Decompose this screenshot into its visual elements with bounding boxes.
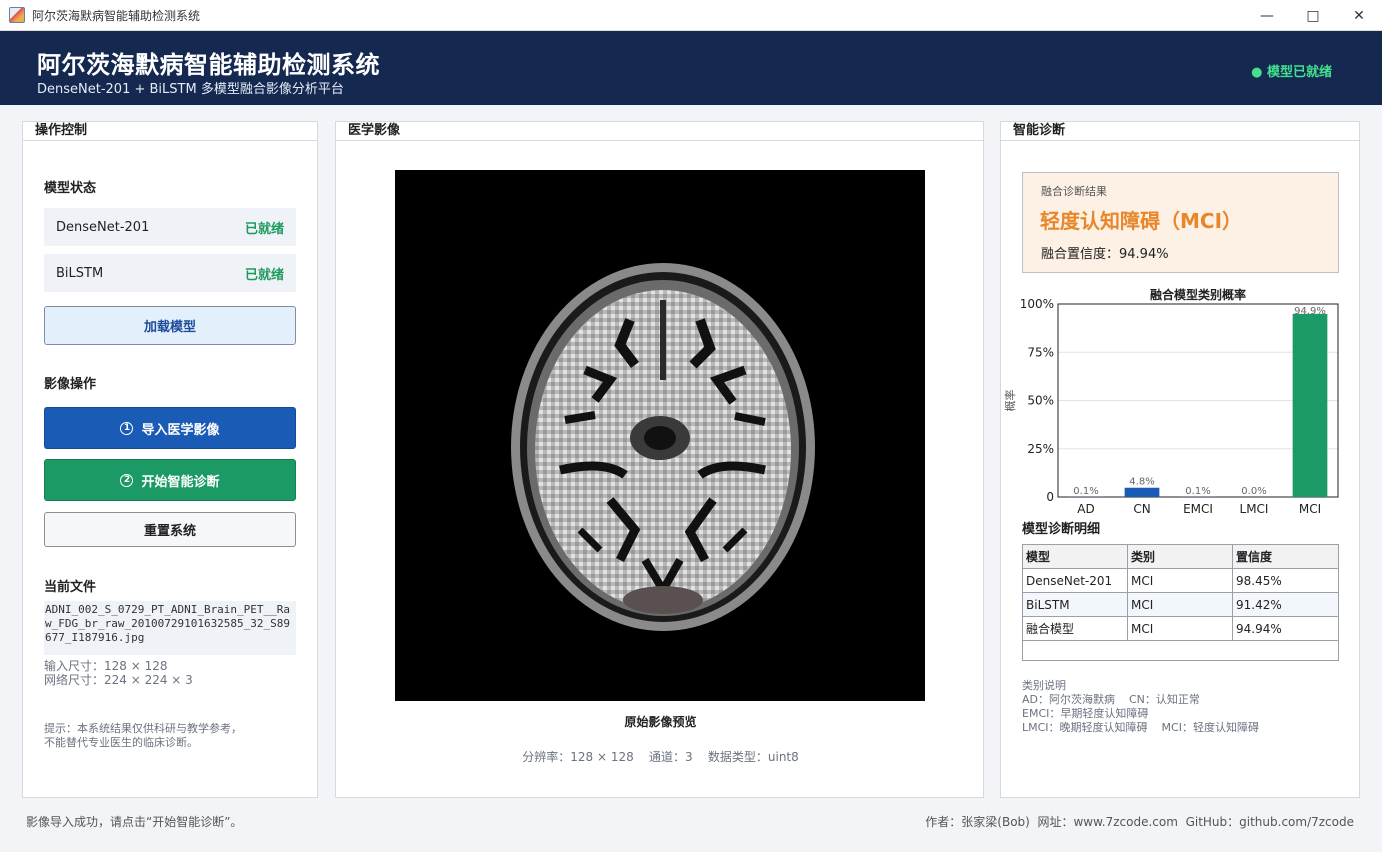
table-row: DenseNet-201 MCI 98.45% (1022, 568, 1339, 593)
x-tick-label: MCI (1299, 502, 1321, 516)
x-tick-label: CN (1133, 502, 1150, 516)
y-tick-label: 50% (1027, 394, 1054, 408)
model-status-label: 模型状态 (44, 181, 97, 196)
model-name: DenseNet-201 (56, 219, 150, 235)
network-size-info: 网络尺寸：224 × 224 × 3 (44, 673, 193, 687)
import-image-button[interactable]: 1 导入医学影像 (44, 407, 296, 449)
model-detail-title: 模型诊断明细 (1022, 522, 1101, 537)
control-panel: 操作控制 模型状态 DenseNet-201 已就绪 BiLSTM 已就绪 加载… (22, 121, 318, 798)
table-header-row: 模型 类别 置信度 (1022, 544, 1339, 569)
table-cell: 融合模型 (1022, 616, 1128, 641)
disclaimer-line-2: 不能替代专业医生的临床诊断。 (44, 736, 198, 749)
current-file-path: ADNI_002_S_0729_PT_ADNI_Brain_PET__Raw_F… (44, 601, 296, 655)
table-row: 融合模型 MCI 94.94% (1022, 616, 1339, 641)
table-cell: 94.94% (1232, 616, 1339, 641)
table-cell: BiLSTM (1022, 592, 1128, 617)
y-axis-label: 概率 (1003, 390, 1017, 412)
chart-bar-mci (1292, 313, 1328, 497)
diagnosis-panel-title: 智能诊断 (1001, 122, 1359, 141)
category-legend-line: AD：阿尔茨海默病 CN：认知正常 (1022, 693, 1200, 706)
table-header: 模型 (1022, 544, 1128, 569)
step-two-icon: 2 (120, 473, 134, 487)
class-probability-chart: 融合模型类别概率 0 25% 50% 75% 100% 概率 0.1% AD 4.8% CN 0.1%… (1003, 287, 1339, 516)
model-detail-table: 模型 类别 置信度 DenseNet-201 MCI 98.45% BiLSTM… (1022, 544, 1339, 661)
chart-title: 融合模型类别概率 (1150, 287, 1246, 302)
category-legend-line: LMCI：晚期轻度认知障碍 MCI：轻度认知障碍 (1022, 721, 1259, 734)
load-model-button[interactable]: 加载模型 (44, 306, 296, 345)
maximize-icon[interactable]: □ (1290, 0, 1336, 31)
table-header: 置信度 (1232, 544, 1339, 569)
disclaimer-line-1: 提示：本系统结果仅供科研与教学参考， (44, 722, 242, 735)
app-subtitle: DenseNet-201 + BiLSTM 多模型融合影像分析平台 (37, 82, 344, 97)
table-empty-row (1022, 640, 1339, 661)
bar-data-label: 94.9% (1294, 306, 1326, 317)
y-tick-label: 75% (1027, 345, 1054, 359)
preview-caption: 原始影像预览 (624, 715, 697, 729)
bar-data-label: 0.1% (1073, 486, 1098, 497)
category-legend-line: EMCI：早期轻度认知障碍 (1022, 707, 1149, 720)
image-ops-label: 影像操作 (44, 377, 97, 392)
import-image-label: 导入医学影像 (141, 422, 220, 438)
model-ready-badge: 已就绪 (244, 221, 284, 237)
x-tick-label: LMCI (1240, 502, 1269, 516)
current-file-label: 当前文件 (44, 580, 97, 595)
credits-text: 作者：张家梁(Bob) 网址：www.7zcode.com GitHub：git… (925, 815, 1354, 829)
window-controls: — □ ✕ (1244, 0, 1382, 31)
window-title: 阿尔茨海默病智能辅助检测系统 (32, 8, 201, 23)
fusion-result-label: 融合诊断结果 (1041, 185, 1107, 198)
model-status-row-densenet: DenseNet-201 已就绪 (44, 208, 296, 246)
x-tick-label: EMCI (1183, 502, 1213, 516)
medical-image-panel: 医学影像 原始影像预览 分辨率：128 × 128 通道：3 数据类型：uint… (335, 121, 984, 798)
model-name: BiLSTM (56, 265, 104, 281)
minimize-icon[interactable]: — (1244, 0, 1290, 31)
fusion-confidence: 融合置信度：94.94% (1041, 247, 1169, 262)
chart-bar-cn (1124, 487, 1160, 497)
model-ready-badge: 已就绪 (244, 267, 284, 283)
input-size-info: 输入尺寸：128 × 128 (44, 659, 168, 673)
table-cell: MCI (1127, 592, 1233, 617)
app-title: 阿尔茨海默病智能辅助检测系统 (37, 51, 380, 79)
table-cell: MCI (1127, 616, 1233, 641)
table-cell: MCI (1127, 568, 1233, 593)
window-titlebar: 阿尔茨海默病智能辅助检测系统 — □ ✕ (0, 0, 1382, 31)
table-cell: DenseNet-201 (1022, 568, 1128, 593)
x-tick-label: AD (1077, 502, 1094, 516)
app-header: 阿尔茨海默病智能辅助检测系统 DenseNet-201 + BiLSTM 多模型… (0, 31, 1382, 105)
model-status-row-bilstm: BiLSTM 已就绪 (44, 254, 296, 292)
table-header: 类别 (1127, 544, 1233, 569)
diagnosis-panel: 智能诊断 融合诊断结果 轻度认知障碍（MCI） 融合置信度：94.94% 融合模… (1000, 121, 1360, 798)
bar-data-label: 0.1% (1185, 486, 1210, 497)
table-cell: 98.45% (1232, 568, 1339, 593)
y-tick-label: 0 (1046, 490, 1054, 504)
y-tick-label: 100% (1020, 297, 1054, 311)
table-row: BiLSTM MCI 91.42% (1022, 592, 1339, 617)
status-message: 影像导入成功，请点击“开始智能诊断”。 (26, 815, 243, 829)
table-empty-cell (1022, 640, 1339, 661)
step-one-icon: 1 (120, 421, 134, 435)
table-cell: 91.42% (1232, 592, 1339, 617)
close-icon[interactable]: ✕ (1336, 0, 1382, 31)
medical-image-panel-title: 医学影像 (336, 122, 983, 141)
mri-brain-image (395, 170, 925, 701)
reset-system-button[interactable]: 重置系统 (44, 512, 296, 547)
image-info: 分辨率：128 × 128 通道：3 数据类型：uint8 (522, 750, 799, 764)
bar-data-label: 0.0% (1241, 486, 1266, 497)
control-panel-title: 操作控制 (23, 122, 317, 141)
bar-data-label: 4.8% (1129, 477, 1154, 488)
start-diagnosis-label: 开始智能诊断 (141, 474, 220, 490)
app-icon (9, 7, 25, 23)
y-tick-label: 25% (1027, 442, 1054, 456)
fusion-result-value: 轻度认知障碍（MCI） (1040, 209, 1243, 233)
status-bar: 影像导入成功，请点击“开始智能诊断”。 作者：张家梁(Bob) 网址：www.7… (0, 806, 1382, 836)
fusion-result-box: 融合诊断结果 轻度认知障碍（MCI） 融合置信度：94.94% (1022, 172, 1339, 273)
category-legend-title: 类别说明 (1022, 679, 1066, 692)
start-diagnosis-button[interactable]: 2 开始智能诊断 (44, 459, 296, 501)
model-ready-status: ● 模型已就绪 (1251, 65, 1332, 80)
